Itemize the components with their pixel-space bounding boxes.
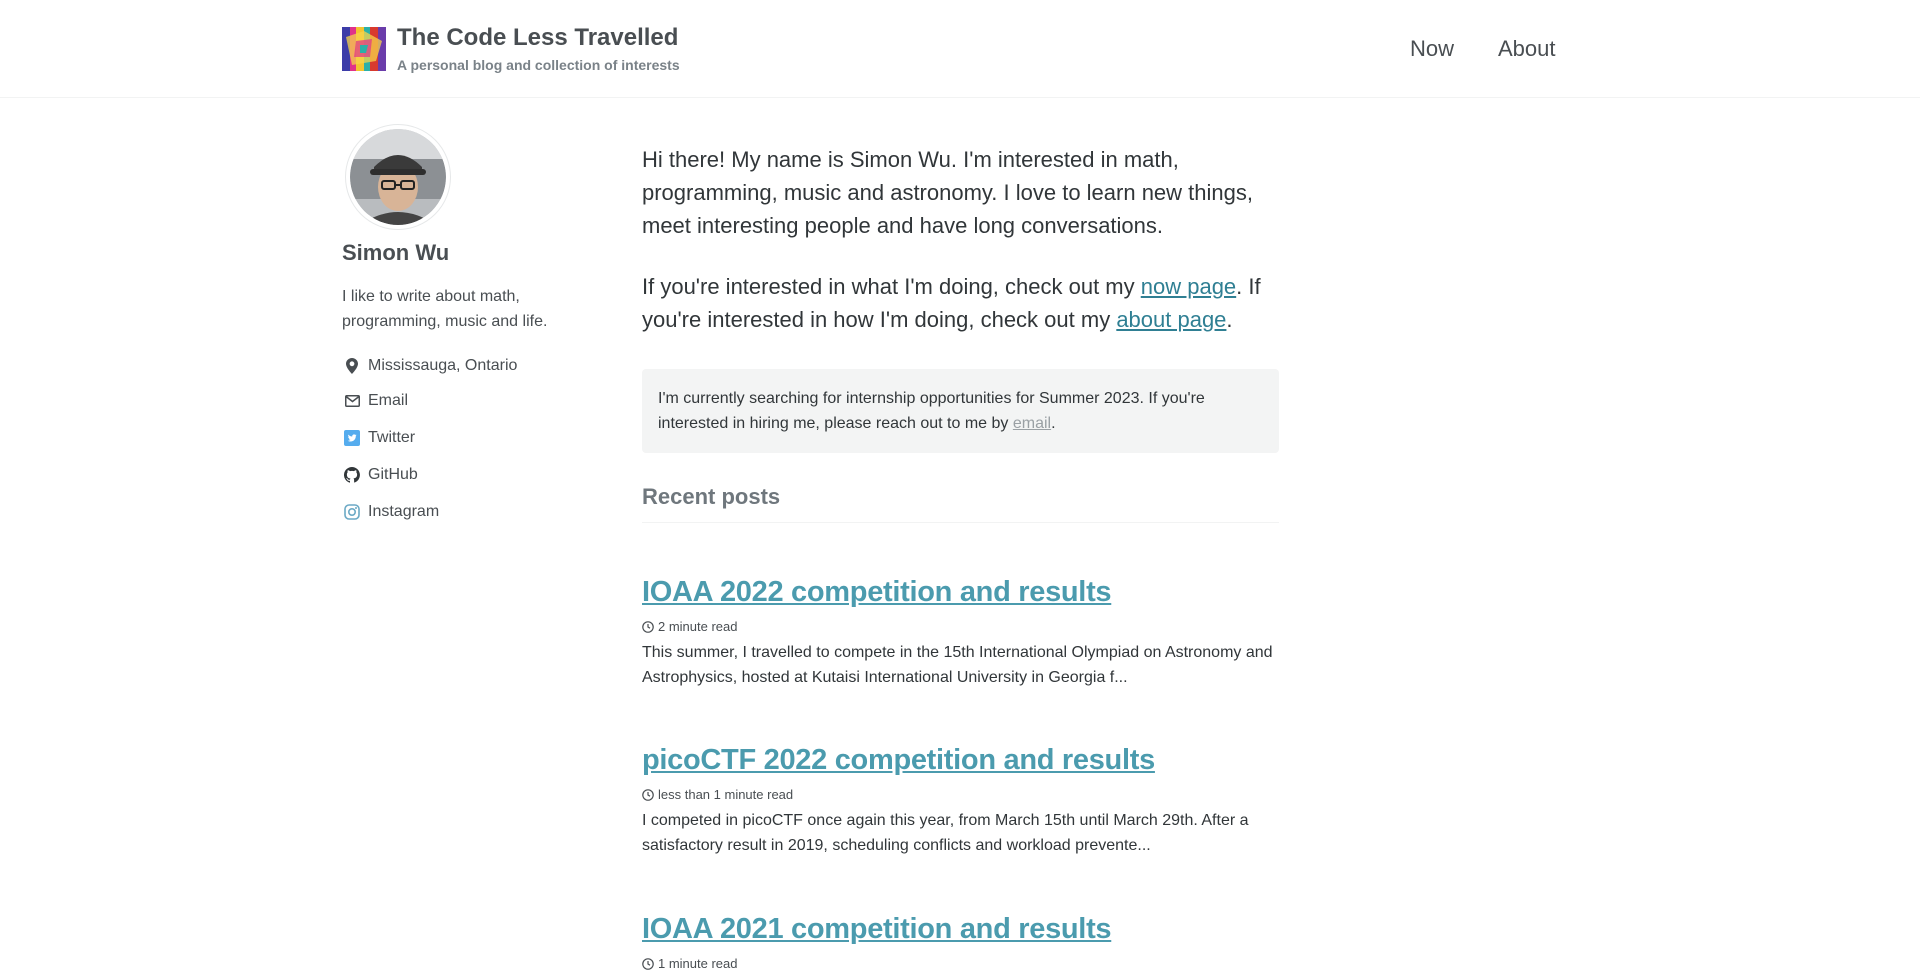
author-bio: I like to write about math, programming,… — [342, 288, 548, 330]
author-instagram-link[interactable]: Instagram — [342, 500, 439, 524]
github-icon — [342, 465, 362, 485]
location-pin-icon — [342, 356, 362, 376]
author-github-link[interactable]: GitHub — [342, 463, 418, 487]
post-title-link[interactable]: IOAA 2022 competition and results — [642, 576, 1282, 609]
post-read-time: less than 1 minute read — [658, 787, 794, 802]
author-location-label: Mississauga, Ontario — [368, 357, 518, 374]
internship-notice: I'm currently searching for internship o… — [642, 369, 1279, 453]
author-email-link[interactable]: Email — [342, 389, 408, 413]
envelope-icon — [342, 391, 362, 411]
post-read-time: 1 minute read — [658, 956, 738, 971]
author-name: Simon Wu — [342, 240, 450, 265]
post-item: IOAA 2021 competition and results 1 minu… — [642, 913, 1282, 971]
author-instagram-label: Instagram — [368, 503, 440, 520]
post-item: picoCTF 2022 competition and results les… — [642, 744, 1282, 858]
post-read-time: 2 minute read — [658, 619, 738, 634]
post-meta: less than 1 minute read — [642, 787, 1282, 802]
colorful-mosaic-logo-icon — [342, 27, 386, 71]
post-meta: 2 minute read — [642, 619, 1282, 634]
notice-text-after: . — [1051, 415, 1056, 432]
post-excerpt: I competed in picoCTF once again this ye… — [642, 812, 1249, 854]
post-excerpt: This summer, I travelled to compete in t… — [642, 644, 1273, 686]
clock-icon — [642, 957, 654, 970]
author-avatar — [345, 124, 451, 230]
recent-posts-divider — [642, 522, 1279, 523]
author-twitter-link[interactable]: Twitter — [342, 426, 415, 450]
site-title[interactable]: The Code Less Travelled — [397, 24, 678, 52]
now-page-link[interactable]: now page — [1141, 274, 1236, 299]
clock-icon — [642, 788, 654, 801]
author-email-label: Email — [368, 392, 409, 409]
author-github-label: GitHub — [368, 466, 418, 483]
masthead: The Code Less Travelled A personal blog … — [0, 0, 1920, 98]
post-title-link[interactable]: picoCTF 2022 competition and results — [642, 744, 1282, 777]
twitter-icon — [342, 428, 362, 448]
links-paragraph: If you're interested in what I'm doing, … — [642, 270, 1282, 336]
links-text-before: If you're interested in what I'm doing, … — [642, 274, 1141, 299]
site-logo[interactable] — [342, 27, 386, 71]
nav-about[interactable]: About — [1498, 36, 1556, 62]
site-subtitle: A personal blog and collection of intere… — [397, 57, 680, 73]
links-text-after: . — [1226, 307, 1233, 332]
avatar-photo — [350, 129, 446, 225]
author-location: Mississauga, Ontario — [342, 354, 517, 378]
author-twitter-label: Twitter — [368, 429, 416, 446]
notice-text-before: I'm currently searching for internship o… — [658, 390, 1205, 432]
recent-posts-heading: Recent posts — [642, 484, 781, 509]
nav-now[interactable]: Now — [1410, 36, 1454, 62]
post-meta: 1 minute read — [642, 956, 1282, 971]
post-title-link[interactable]: IOAA 2021 competition and results — [642, 913, 1282, 946]
post-item: IOAA 2022 competition and results 2 minu… — [642, 576, 1282, 690]
intro-paragraph: Hi there! My name is Simon Wu. I'm inter… — [642, 147, 1253, 238]
clock-icon — [642, 620, 654, 633]
notice-email-link[interactable]: email — [1013, 415, 1051, 432]
about-page-link[interactable]: about page — [1116, 307, 1226, 332]
instagram-icon — [342, 502, 362, 522]
